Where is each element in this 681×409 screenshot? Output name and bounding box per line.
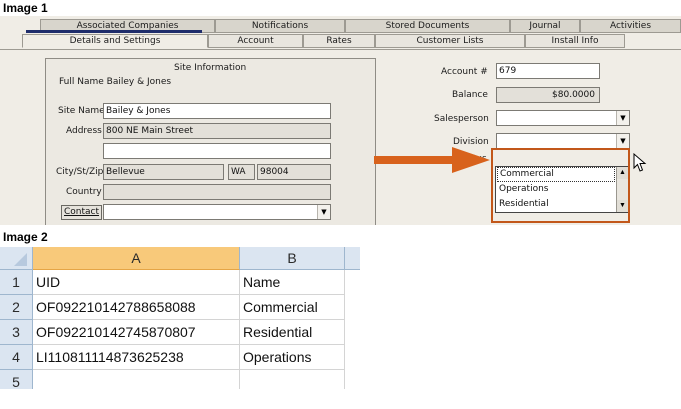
tab-journal[interactable]: Journal (510, 19, 580, 33)
account-number-field[interactable]: 679 (496, 63, 600, 79)
account-number-label: Account # (441, 67, 488, 77)
cell-a4[interactable]: LI110811114873625238 (33, 345, 240, 370)
column-header-a[interactable]: A (33, 247, 240, 270)
cell-b5[interactable] (240, 370, 345, 389)
mouse-cursor-icon (633, 153, 647, 172)
country-field[interactable] (103, 184, 331, 200)
city-field[interactable]: Bellevue (103, 164, 224, 180)
row-header[interactable]: 5 (0, 370, 33, 389)
address-label: Address (66, 126, 102, 136)
site-name-label: Site Name (58, 106, 105, 116)
cell-a5[interactable] (33, 370, 240, 389)
chevron-down-icon[interactable]: ▼ (317, 205, 330, 219)
column-header-c[interactable] (345, 247, 360, 270)
highlight-box (491, 148, 630, 223)
cell-a1[interactable]: UID (33, 270, 240, 295)
full-name-text: Full Name Bailey & Jones (59, 77, 172, 87)
tab-stored-documents[interactable]: Stored Documents (345, 19, 510, 33)
site-information-panel: Site Information Full Name Bailey & Jone… (45, 58, 376, 225)
balance-value: $80.0000 (552, 90, 595, 100)
division-label: Division (453, 137, 489, 147)
site-section-title: Site Information (174, 63, 247, 73)
account-window: Associated Companies Notifications Store… (0, 16, 681, 225)
cell-a2[interactable]: OF092210142788658088 (33, 295, 240, 320)
row-header[interactable]: 3 (0, 320, 33, 345)
salesperson-label: Salesperson (434, 114, 489, 124)
tab-details-and-settings[interactable]: Details and Settings (22, 34, 208, 48)
tab-account[interactable]: Account (208, 34, 303, 48)
zip-field[interactable]: 98004 (257, 164, 331, 180)
division-dropdown[interactable]: ▼ (496, 133, 630, 149)
column-header-b[interactable]: B (240, 247, 345, 270)
tab-customer-lists[interactable]: Customer Lists (375, 34, 525, 48)
balance-field: $80.0000 (496, 87, 600, 103)
row-header[interactable]: 1 (0, 270, 33, 295)
chevron-down-icon[interactable]: ▼ (616, 134, 629, 148)
balance-label: Balance (452, 90, 488, 100)
cell-b3[interactable]: Residential (240, 320, 345, 345)
state-field[interactable]: WA (228, 164, 255, 180)
cell-b1[interactable]: Name (240, 270, 345, 295)
address-field-2[interactable] (103, 143, 331, 159)
image2-caption: Image 2 (3, 230, 48, 244)
tab-rates[interactable]: Rates (303, 34, 375, 48)
tab-install-info[interactable]: Install Info (525, 34, 625, 48)
site-name-field[interactable]: Bailey & Jones (103, 103, 331, 119)
select-all-triangle-icon (14, 253, 27, 266)
chevron-down-icon[interactable]: ▼ (616, 111, 629, 125)
cell-b2[interactable]: Commercial (240, 295, 345, 320)
row-header[interactable]: 4 (0, 345, 33, 370)
select-all-corner[interactable] (0, 247, 33, 270)
contact-dropdown[interactable]: ▼ (103, 204, 331, 220)
cell-b4[interactable]: Operations (240, 345, 345, 370)
cell-a3[interactable]: OF092210142745870807 (33, 320, 240, 345)
city-state-zip-label: City/St/Zip (56, 167, 104, 177)
address-field-1[interactable]: 800 NE Main Street (103, 123, 331, 139)
spreadsheet: A B 1 UID Name 2 OF092210142788658088 Co… (0, 247, 360, 389)
active-tab-accent (26, 30, 202, 33)
tab-activities[interactable]: Activities (580, 19, 681, 33)
row-header[interactable]: 2 (0, 295, 33, 320)
tab-notifications[interactable]: Notifications (215, 19, 345, 33)
orange-arrow-icon (374, 147, 490, 173)
country-label: Country (66, 187, 102, 197)
contact-button[interactable]: Contact (61, 205, 103, 220)
tab-bar-divider (0, 49, 681, 50)
image1-caption: Image 1 (3, 1, 48, 15)
salesperson-dropdown[interactable]: ▼ (496, 110, 630, 126)
